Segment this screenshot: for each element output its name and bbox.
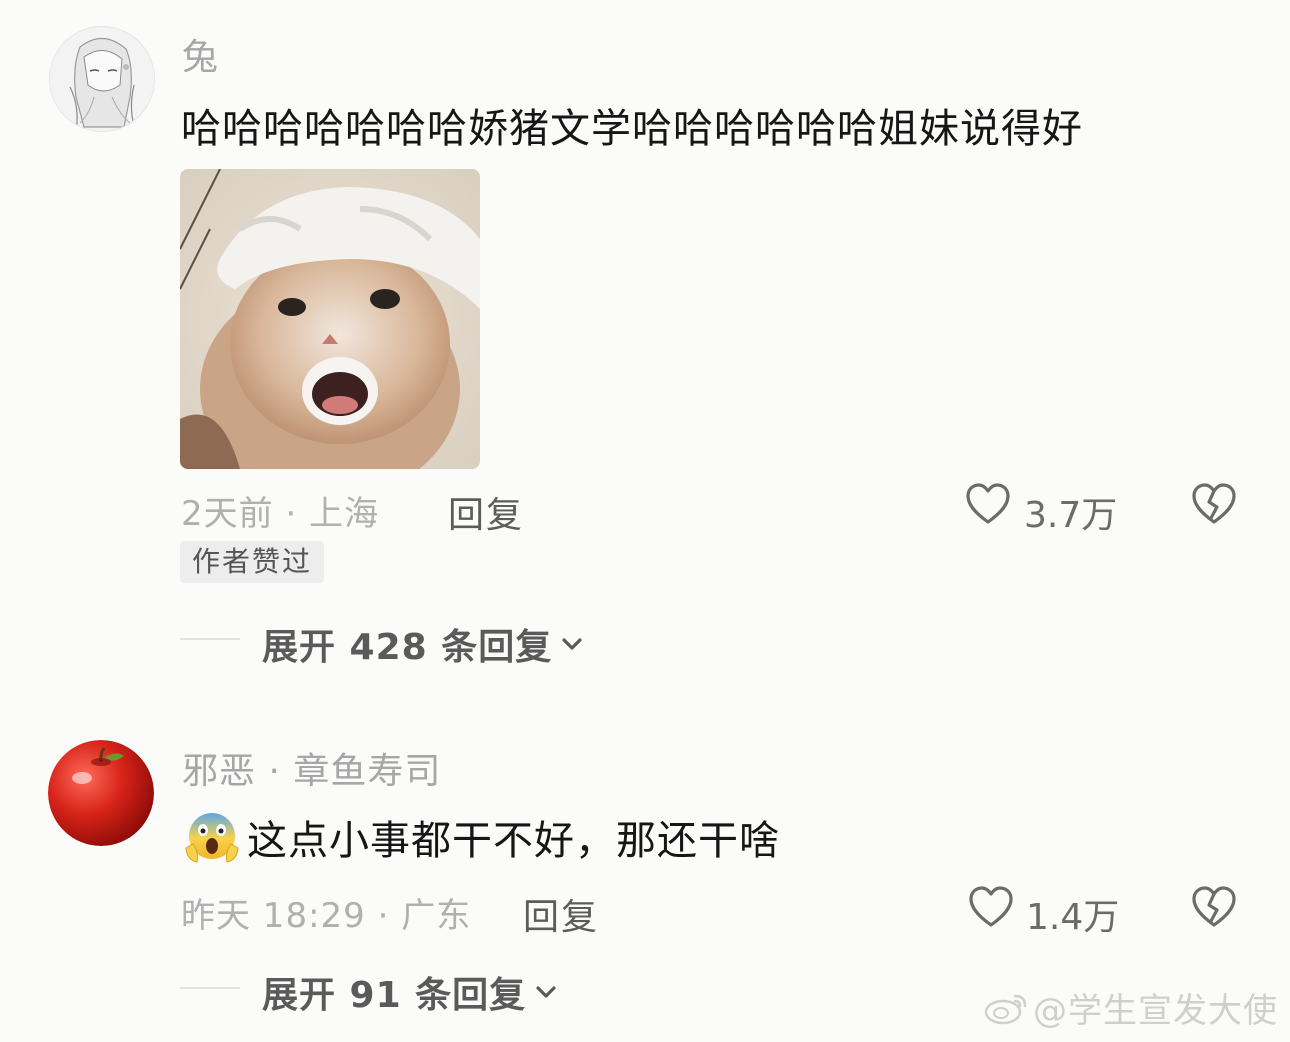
comment-text: 这点小事都干不好，那还干啥 <box>247 818 780 864</box>
expand-replies-label: 展开 91 条回复 <box>262 975 527 1016</box>
broken-heart-icon <box>1192 483 1236 524</box>
comment-text: 哈哈哈哈哈哈哈娇猪文学哈哈哈哈哈哈姐妹说得好 <box>181 106 1083 152</box>
reply-button[interactable]: 回复 <box>448 486 524 538</box>
screaming-face-emoji-icon <box>185 813 239 863</box>
meme-image-cat[interactable] <box>180 169 480 469</box>
comment-time: 昨天 18:29 <box>181 896 366 936</box>
meta-separator: · <box>285 494 310 534</box>
meta-separator: · <box>268 751 294 792</box>
comment-username[interactable]: 邪恶 <box>182 751 256 792</box>
watermark-text: @学生宣发大使 <box>1033 991 1278 1031</box>
comment-username[interactable]: 兔 <box>182 28 219 80</box>
expand-replies-label: 展开 428 条回复 <box>262 627 553 668</box>
comment-username-line: 邪恶 · 章鱼寿司 <box>182 742 441 794</box>
chevron-down-icon <box>536 986 556 998</box>
heart-icon <box>969 886 1013 927</box>
like-count: 1.4万 <box>1026 897 1120 938</box>
chevron-down-icon <box>562 638 582 650</box>
user-avatar[interactable] <box>49 26 155 132</box>
weibo-logo-icon <box>984 994 1027 1024</box>
like-button[interactable] <box>967 883 1015 931</box>
dislike-button[interactable] <box>1190 480 1238 528</box>
comment-username-suffix: 章鱼寿司 <box>293 751 442 792</box>
apple-avatar-image <box>48 740 154 846</box>
expand-divider <box>180 638 240 640</box>
author-liked-badge: 作者赞过 <box>180 541 325 583</box>
comment-location: 上海 <box>309 494 380 534</box>
dislike-button[interactable] <box>1190 883 1238 931</box>
expand-replies-button[interactable]: 展开 428 条回复 <box>262 618 586 670</box>
expand-replies-button[interactable]: 展开 91 条回复 <box>262 966 560 1018</box>
screaming-cat-image <box>180 169 480 469</box>
meta-separator: · <box>377 896 402 936</box>
anime-avatar-image <box>50 27 154 131</box>
like-button[interactable] <box>964 480 1012 528</box>
comment-meta: 2天前 · 上海 <box>181 486 379 535</box>
comment-text-line: 这点小事都干不好，那还干啥 <box>183 808 780 866</box>
comment-time: 2天前 <box>181 494 274 534</box>
user-avatar[interactable] <box>48 740 154 846</box>
weibo-watermark: @学生宣发大使 <box>983 983 1278 1032</box>
like-count: 3.7万 <box>1024 495 1118 536</box>
comment-location: 广东 <box>401 896 472 936</box>
reply-button[interactable]: 回复 <box>523 888 599 940</box>
broken-heart-icon <box>1192 886 1236 927</box>
comment-meta: 昨天 18:29 · 广东 <box>181 888 471 937</box>
expand-divider <box>180 987 240 989</box>
heart-icon <box>966 483 1010 524</box>
